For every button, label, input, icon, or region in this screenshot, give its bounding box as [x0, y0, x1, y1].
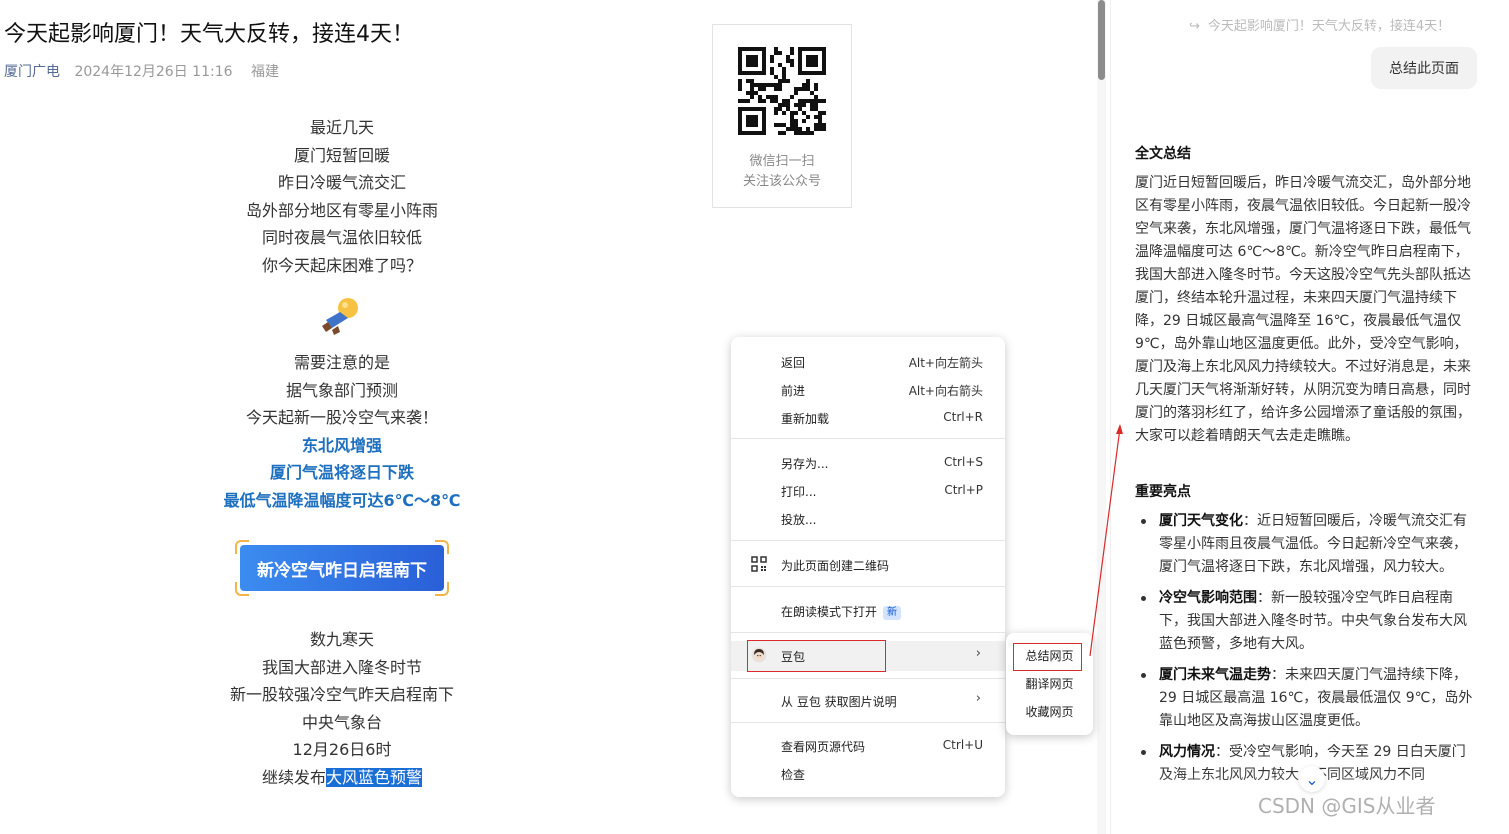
- article-date: 2024年12月26日 11:16: [74, 64, 233, 80]
- body-line: 据气象部门预测: [285, 380, 398, 400]
- article-title: 今天起影响厦门！天气大反转，接连4天！: [4, 22, 414, 47]
- menu-item-image-description[interactable]: 从 豆包 获取图片说明 ›: [731, 686, 1005, 714]
- menu-item-print[interactable]: 打印... Ctrl+P: [731, 476, 1005, 504]
- menu-separator: [731, 632, 1005, 633]
- chevron-right-icon: ›: [975, 646, 981, 661]
- article-meta: 厦门广电 2024年12月26日 11:16 福建: [4, 61, 279, 81]
- menu-separator: [731, 540, 1005, 541]
- submenu-item-bookmark[interactable]: 收藏网页: [1006, 698, 1093, 726]
- qr-code-icon: [751, 556, 767, 575]
- article-body: 最近几天 厦门短暂回暖 昨日冷暖气流交汇 岛外部分地区有零星小阵雨 同时夜晨气温…: [140, 114, 544, 791]
- new-badge: 新: [883, 606, 902, 620]
- menu-shortcut: Alt+向左箭头: [908, 356, 983, 370]
- page-scrollbar[interactable]: [1097, 0, 1106, 834]
- body-line: 岛外部分地区有零星小阵雨: [245, 200, 438, 220]
- menu-item-label: 前进: [781, 384, 806, 398]
- menu-item-cast[interactable]: 投放...: [731, 504, 1005, 532]
- chevron-right-icon: ›: [975, 691, 981, 706]
- body-line: 新一股较强冷空气昨天启程南下: [229, 685, 454, 704]
- highlight-title: 冷空气影响范围: [1159, 590, 1257, 606]
- menu-item-create-qr-code[interactable]: 为此页面创建二维码: [731, 550, 1005, 578]
- highlight-line: 东北风增强: [301, 435, 382, 455]
- body-line: 昨日冷暖气流交汇: [277, 173, 406, 192]
- reading-mode-label: 在朗读模式下打开: [781, 605, 878, 619]
- highlight-title: 厦门天气变化: [1159, 513, 1243, 529]
- menu-separator: [731, 678, 1005, 679]
- highlight-line: 最低气温降温幅度可达6℃～8℃: [223, 490, 461, 510]
- highlight-title: 厦门未来气温走势: [1159, 667, 1271, 683]
- body-line: 继续发布大风蓝色预警: [140, 764, 544, 792]
- menu-item-label: 在朗读模式下打开新: [781, 603, 902, 620]
- menu-separator: [731, 722, 1005, 723]
- annotation-highlight-box: [747, 640, 886, 672]
- article-location: 福建: [250, 64, 279, 80]
- body-line: 中央气象台: [301, 712, 382, 732]
- menu-item-label: 查看网页源代码: [781, 740, 866, 754]
- menu-item-inspect[interactable]: 检查: [731, 759, 1005, 787]
- body-line: 数九寒天: [309, 630, 374, 649]
- context-menu: 返回 Alt+向左箭头 前进 Alt+向右箭头 重新加载 Ctrl+R 另存为.…: [731, 337, 1005, 797]
- menu-item-label: 检查: [781, 768, 806, 782]
- highlights-list: 厦门天气变化：近日短暂回暖后，冷暖气流交汇有零星小阵雨且夜晨气温低。今日起新冷空…: [1137, 510, 1479, 795]
- sleeping-figure-icon: [140, 279, 544, 349]
- article-source-link[interactable]: 厦门广电: [4, 64, 60, 80]
- summary-text: 厦门近日短暂回暖后，昨日冷暖气流交汇，岛外部分地区有零星小阵雨，夜晨气温依旧较低…: [1135, 175, 1471, 444]
- body-line: 需要注意的是: [293, 353, 390, 372]
- body-line: 你今天起床困难了吗？: [261, 255, 422, 275]
- cta-banner: 新冷空气昨日启程南下: [235, 540, 449, 596]
- menu-shortcut: Ctrl+S: [943, 455, 983, 469]
- body-line: 12月26日6时: [292, 740, 392, 759]
- menu-shortcut: Ctrl+U: [942, 738, 983, 752]
- menu-item-label: 另存为...: [781, 457, 829, 471]
- menu-shortcut: Ctrl+R: [943, 410, 983, 424]
- menu-item-reading-mode[interactable]: 在朗读模式下打开新: [731, 596, 1005, 624]
- watermark: CSDN @GIS从业者: [1258, 794, 1436, 818]
- body-line: 今天起新一股冷空气来袭！: [245, 408, 438, 427]
- body-line: 同时夜晨气温依旧较低: [261, 228, 422, 247]
- menu-item-label: 返回: [781, 356, 806, 370]
- selected-text[interactable]: 大风蓝色预警: [326, 767, 423, 787]
- menu-item-label: 投放...: [781, 513, 817, 527]
- menu-shortcut: Alt+向右箭头: [908, 384, 983, 398]
- summarize-page-button[interactable]: 总结此页面: [1371, 47, 1477, 89]
- menu-item-forward[interactable]: 前进 Alt+向右箭头: [731, 375, 1005, 403]
- side-panel: ↪ 今天起影响厦门！天气大反转，接连4天！ 总结此页面 全文总结 厦门近日短暂回暖…: [1110, 0, 1509, 834]
- query-echo: ↪ 今天起影响厦门！天气大反转，接连4天！: [1189, 15, 1450, 34]
- body-line: 我国大部进入隆冬时节: [261, 657, 422, 677]
- menu-item-label: 打印...: [781, 485, 817, 499]
- list-item: 厦门天气变化：近日短暂回暖后，冷暖气流交汇有零星小阵雨且夜晨气温低。今日起新冷空…: [1137, 510, 1479, 579]
- query-echo-text: 今天起影响厦门！天气大反转，接连4天！: [1207, 19, 1451, 34]
- qr-caption-line2: 关注该公众号: [742, 174, 821, 189]
- menu-item-label: 重新加载: [781, 412, 830, 426]
- highlight-line: 厦门气温将逐日下跌: [269, 463, 414, 482]
- submenu-item-translate[interactable]: 翻译网页: [1006, 670, 1093, 698]
- qr-code-panel: 微信扫一扫 关注该公众号: [712, 24, 852, 208]
- menu-shortcut: Ctrl+P: [944, 483, 983, 497]
- scroll-down-chevron-icon[interactable]: ⌄: [1299, 766, 1325, 792]
- annotation-highlight-box: [1013, 643, 1082, 671]
- reply-arrow-icon: ↪: [1189, 19, 1200, 34]
- body-line: 最近几天: [309, 118, 374, 137]
- menu-item-reload[interactable]: 重新加载 Ctrl+R: [731, 403, 1005, 431]
- menu-separator: [731, 438, 1005, 439]
- menu-item-save-as[interactable]: 另存为... Ctrl+S: [731, 448, 1005, 476]
- qr-code-image: [738, 47, 826, 135]
- cta-banner-label: 新冷空气昨日启程南下: [240, 545, 444, 591]
- list-item: 厦门未来气温走势：未来四天厦门气温持续下降，29 日城区最高温 16℃，夜晨最低…: [1137, 664, 1479, 733]
- menu-item-back[interactable]: 返回 Alt+向左箭头: [731, 347, 1005, 375]
- menu-separator: [731, 586, 1005, 587]
- qr-caption-line1: 微信扫一扫: [749, 154, 815, 169]
- menu-item-label: 从 豆包 获取图片说明: [781, 695, 897, 709]
- body-line: 厦门短暂回暖: [293, 145, 390, 165]
- body-text: 继续发布: [261, 767, 326, 787]
- menu-item-label: 为此页面创建二维码: [781, 559, 890, 573]
- summary-heading: 全文总结: [1135, 146, 1191, 162]
- highlights-heading: 重要亮点: [1135, 484, 1191, 500]
- highlight-title: 风力情况: [1159, 744, 1215, 760]
- menu-item-view-source[interactable]: 查看网页源代码 Ctrl+U: [731, 731, 1005, 759]
- list-item: 冷空气影响范围：新一股较强冷空气昨日启程南下，我国大部进入隆冬时节。中央气象台发…: [1137, 587, 1479, 656]
- scrollbar-thumb[interactable]: [1098, 0, 1105, 80]
